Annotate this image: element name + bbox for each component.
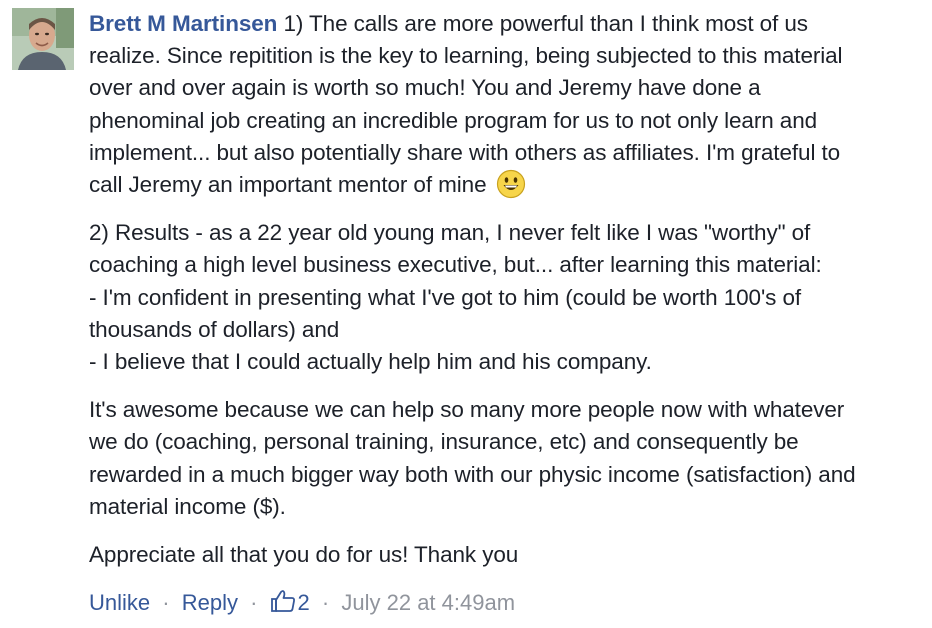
comment-line: - I believe that I could actually help h… [89, 349, 652, 375]
comment-paragraph-2: 2) Results - as a 22 year old young man,… [89, 217, 927, 378]
comment-paragraph-3: It's awesome because we can help so many… [89, 394, 927, 523]
comment-line: Appreciate all that you do for us! Thank… [89, 542, 519, 568]
comment-line: we do (coaching, personal training, insu… [89, 429, 799, 455]
comment-line: phenominal job creating an incredible pr… [89, 107, 818, 133]
comment-line: 1) The calls are more powerful than I th… [283, 11, 808, 36]
separator: · [162, 590, 170, 615]
timestamp[interactable]: July 22 at 4:49am [341, 590, 515, 615]
unlike-button[interactable]: Unlike [89, 590, 150, 615]
smiley-emoji-icon [496, 169, 525, 198]
comment-line: realize. Since repitition is the key to … [89, 43, 843, 69]
comment-line: thousands of dollars) and [89, 316, 340, 342]
comment-line: call Jeremy an important mentor of mine [89, 172, 487, 198]
thumbs-up-icon[interactable] [270, 589, 296, 613]
comment-line: coaching a high level business executive… [89, 252, 822, 278]
avatar[interactable] [12, 8, 74, 70]
comment-line: - I'm confident in presenting what I've … [89, 284, 802, 310]
user-avatar-icon [12, 8, 74, 70]
comment-line: implement... but also potentially share … [89, 139, 841, 165]
comment-actions: Unlike · Reply · 2 · July 22 at 4:49am [89, 588, 515, 618]
like-count[interactable]: 2 [298, 590, 310, 615]
separator: · [250, 590, 258, 615]
comment-line: 2) Results - as a 22 year old young man,… [89, 220, 811, 246]
author-name[interactable]: Brett M Martinsen [89, 11, 277, 36]
comment-line: It's awesome because we can help so many… [89, 397, 845, 423]
separator: · [321, 590, 330, 615]
comment-line: material income ($). [89, 493, 286, 519]
comment: Brett M Martinsen 1) The calls are more … [0, 0, 932, 628]
comment-paragraph-1: Brett M Martinsen 1) The calls are more … [89, 8, 927, 201]
comment-body: Brett M Martinsen 1) The calls are more … [89, 8, 927, 587]
comment-paragraph-4: Appreciate all that you do for us! Thank… [89, 539, 927, 571]
comment-line: over and over again is worth so much! Yo… [89, 75, 761, 101]
reply-button[interactable]: Reply [182, 590, 238, 615]
comment-line: rewarded in a much bigger way both with … [89, 461, 856, 487]
